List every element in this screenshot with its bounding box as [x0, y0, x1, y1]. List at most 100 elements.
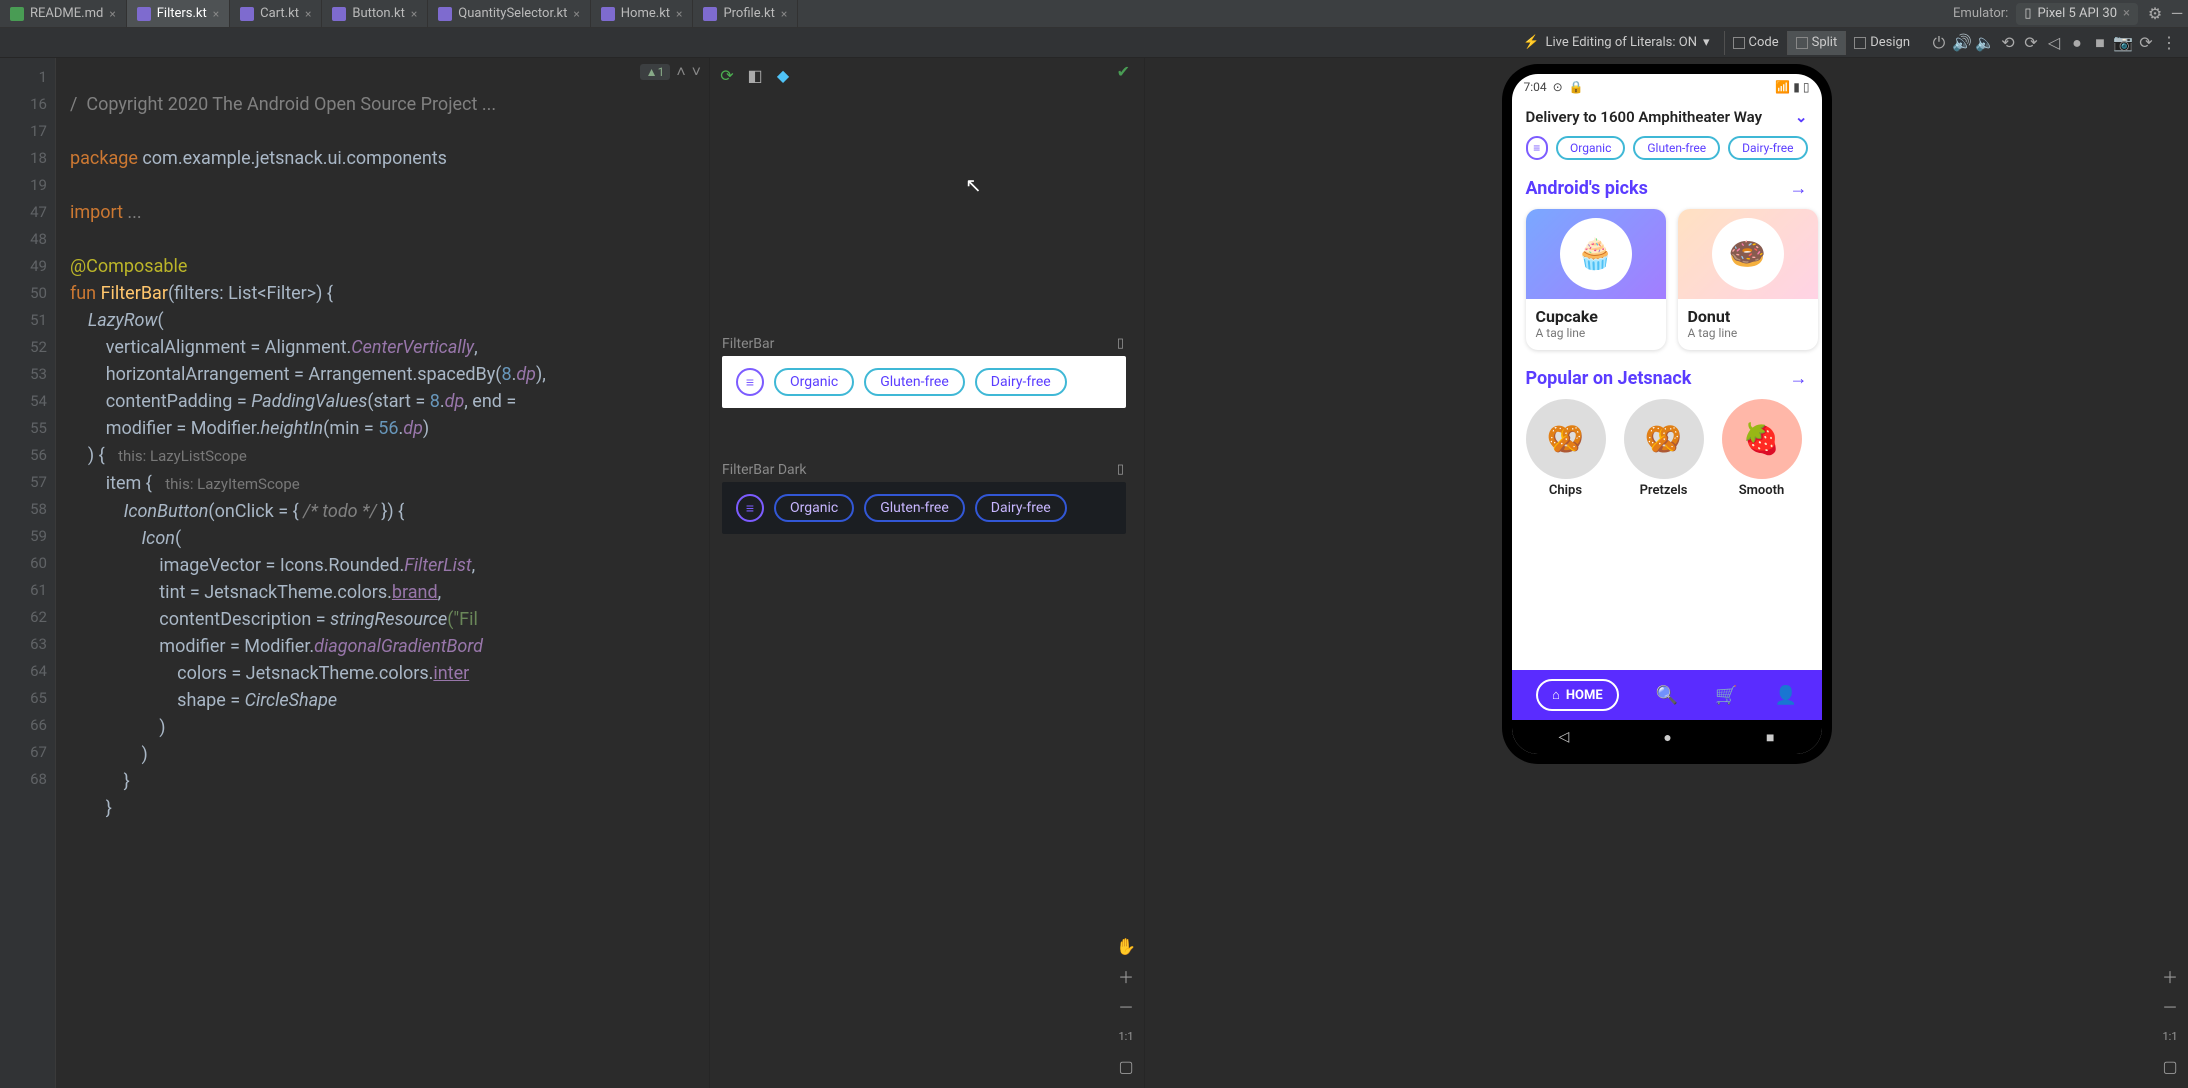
view-mode-switch: Code Split Design [1724, 31, 1918, 55]
filter-icon[interactable]: ≡ [736, 494, 764, 522]
nav-home[interactable]: ⌂HOME [1536, 679, 1619, 711]
zoom-out-icon[interactable]: － [2158, 994, 2182, 1018]
snack-image: 🍩 [1712, 218, 1784, 290]
preview-filterbar-dark[interactable]: ≡ Organic Gluten-free Dairy-free [722, 482, 1126, 534]
debug-icon: ⊙ [1553, 80, 1563, 94]
zoom-in-icon[interactable]: ＋ [2158, 964, 2182, 988]
filter-icon[interactable]: ≡ [736, 368, 764, 396]
close-icon[interactable]: × [411, 7, 417, 21]
minimize-icon[interactable]: — [2166, 3, 2188, 25]
live-edit-toggle[interactable]: ⚡ Live Editing of Literals: ON ▾ [1523, 35, 1709, 50]
problems-badge[interactable]: ▲1 [640, 64, 671, 80]
next-problem-icon[interactable]: ˅ [692, 62, 701, 82]
snack-circle-smoothie[interactable]: 🍓Smooth [1722, 399, 1802, 498]
preview-toolbar: ⚡ Live Editing of Literals: ON ▾ Code Sp… [0, 28, 2188, 58]
settings-icon[interactable]: ⚙ [2144, 3, 2166, 25]
snack-circle-pretzels[interactable]: 🥨Pretzels [1624, 399, 1704, 498]
record-icon[interactable]: ⟳ [2135, 32, 2157, 54]
close-icon[interactable]: × [573, 7, 579, 21]
overview-icon[interactable]: ■ [2089, 32, 2111, 54]
file-tab-bar: README.md× Filters.kt× Cart.kt× Button.k… [0, 0, 2188, 28]
tab-filters[interactable]: Filters.kt× [127, 0, 230, 27]
section-popular[interactable]: Popular on Jetsnack → [1512, 360, 1822, 393]
rotate-left-icon[interactable]: ⟲ [1997, 32, 2019, 54]
prev-problem-icon[interactable]: ˄ [676, 62, 685, 82]
editor-inspections: ▲1 ˄ ˅ [640, 62, 701, 82]
close-icon[interactable]: × [676, 7, 682, 21]
pan-icon[interactable]: ✋ [1114, 934, 1138, 958]
nav-profile-icon[interactable]: 👤 [1775, 685, 1797, 706]
tab-cart[interactable]: Cart.kt× [230, 0, 322, 27]
close-icon[interactable]: × [2123, 6, 2130, 21]
nav-cart-icon[interactable]: 🛒 [1715, 685, 1737, 706]
close-icon[interactable]: × [305, 7, 311, 21]
deploy-icon[interactable]: ▯ [1117, 462, 1124, 477]
back-icon[interactable]: ◁ [1559, 729, 1570, 745]
nav-search-icon[interactable]: 🔍 [1656, 685, 1678, 706]
view-mode-design[interactable]: Design [1845, 31, 1918, 55]
close-icon[interactable]: × [109, 7, 115, 21]
app-filterbar[interactable]: ≡ Organic Gluten-free Dairy-free [1512, 136, 1822, 170]
tab-home[interactable]: Home.kt× [591, 0, 694, 27]
volume-down-icon[interactable]: 🔈 [1974, 32, 1996, 54]
refresh-icon[interactable]: ⟳ [716, 64, 738, 86]
chip-organic[interactable]: Organic [1556, 136, 1625, 160]
overview-icon[interactable]: ■ [1766, 729, 1774, 746]
zoom-fit-icon[interactable]: ▢ [1114, 1054, 1138, 1078]
arrow-right-icon[interactable]: → [1790, 178, 1808, 199]
arrow-right-icon[interactable]: → [1790, 368, 1808, 389]
tab-profile[interactable]: Profile.kt× [693, 0, 798, 27]
home-icon[interactable]: ● [1663, 729, 1671, 746]
snack-name: Donut [1688, 307, 1808, 326]
lock-icon: 🔒 [1569, 80, 1584, 94]
close-icon[interactable]: × [213, 7, 219, 21]
screenshot-icon[interactable]: 📷 [2112, 32, 2134, 54]
chip-dairyfree[interactable]: Dairy-free [975, 368, 1067, 396]
tab-readme[interactable]: README.md× [0, 0, 127, 27]
compose-preview-pane[interactable]: ⟳ ◧ ◆ ✔ ↖ FilterBar ▯ ≡ Organic Gluten-f… [710, 58, 1145, 1088]
rotate-right-icon[interactable]: ⟳ [2020, 32, 2042, 54]
snack-card-donut[interactable]: 🍩 DonutA tag line [1678, 209, 1818, 350]
zoom-reset[interactable]: 1:1 [1114, 1024, 1138, 1048]
filter-icon[interactable]: ≡ [1526, 136, 1549, 160]
snack-circle-chips[interactable]: 🥨Chips [1526, 399, 1606, 498]
zoom-reset[interactable]: 1:1 [2158, 1024, 2182, 1048]
layout-inspector-icon[interactable]: ◧ [744, 64, 766, 86]
chip-dairyfree[interactable]: Dairy-free [975, 494, 1067, 522]
view-mode-split[interactable]: Split [1787, 31, 1846, 55]
code-text[interactable]: / Copyright 2020 The Android Open Source… [56, 58, 709, 1088]
device-picker[interactable]: ▯ Pixel 5 API 30 × [2016, 3, 2138, 25]
section-androids-picks[interactable]: Android's picks → [1512, 170, 1822, 203]
code-editor[interactable]: 1161718194748495051525354555657585960616… [0, 58, 710, 1088]
zoom-out-icon[interactable]: － [1114, 994, 1138, 1018]
emulator-pane[interactable]: 7:04 ⊙ 🔒 📶 ▮ ▯ Delivery to 1600 Amphithe… [1145, 58, 2188, 1088]
home-icon: ⌂ [1552, 687, 1560, 703]
interactive-icon[interactable]: ◆ [772, 64, 794, 86]
more-icon[interactable]: ⋮ [2158, 32, 2180, 54]
zoom-fit-icon[interactable]: ▢ [2158, 1054, 2182, 1078]
preview-filterbar-light[interactable]: ≡ Organic Gluten-free Dairy-free [722, 356, 1126, 408]
chip-dairyfree[interactable]: Dairy-free [1728, 136, 1807, 160]
chip-glutenfree[interactable]: Gluten-free [864, 368, 965, 396]
chip-glutenfree[interactable]: Gluten-free [1633, 136, 1720, 160]
chip-organic[interactable]: Organic [774, 368, 854, 396]
phone-screen[interactable]: 7:04 ⊙ 🔒 📶 ▮ ▯ Delivery to 1600 Amphithe… [1512, 74, 1822, 754]
bolt-icon: ⚡ [1523, 35, 1539, 50]
power-icon[interactable]: ⏻ [1928, 32, 1950, 54]
zoom-in-icon[interactable]: ＋ [1114, 964, 1138, 988]
close-icon[interactable]: × [781, 7, 787, 21]
delivery-header[interactable]: Delivery to 1600 Amphitheater Way ⌄ [1512, 100, 1822, 136]
preview-label-dark: FilterBar Dark [722, 462, 807, 478]
circle-row[interactable]: 🥨Chips 🥨Pretzels 🍓Smooth [1512, 393, 1822, 504]
deploy-icon[interactable]: ▯ [1117, 336, 1124, 351]
home-icon[interactable]: ● [2066, 32, 2088, 54]
chip-organic[interactable]: Organic [774, 494, 854, 522]
tab-button[interactable]: Button.kt× [322, 0, 428, 27]
snack-card-cupcake[interactable]: 🧁 CupcakeA tag line [1526, 209, 1666, 350]
back-icon[interactable]: ◁ [2043, 32, 2065, 54]
cards-row[interactable]: 🧁 CupcakeA tag line 🍩 DonutA tag line [1512, 203, 1822, 360]
view-mode-code[interactable]: Code [1724, 31, 1787, 55]
tab-quantity[interactable]: QuantitySelector.kt× [428, 0, 591, 27]
volume-up-icon[interactable]: 🔊 [1951, 32, 1973, 54]
chip-glutenfree[interactable]: Gluten-free [864, 494, 965, 522]
